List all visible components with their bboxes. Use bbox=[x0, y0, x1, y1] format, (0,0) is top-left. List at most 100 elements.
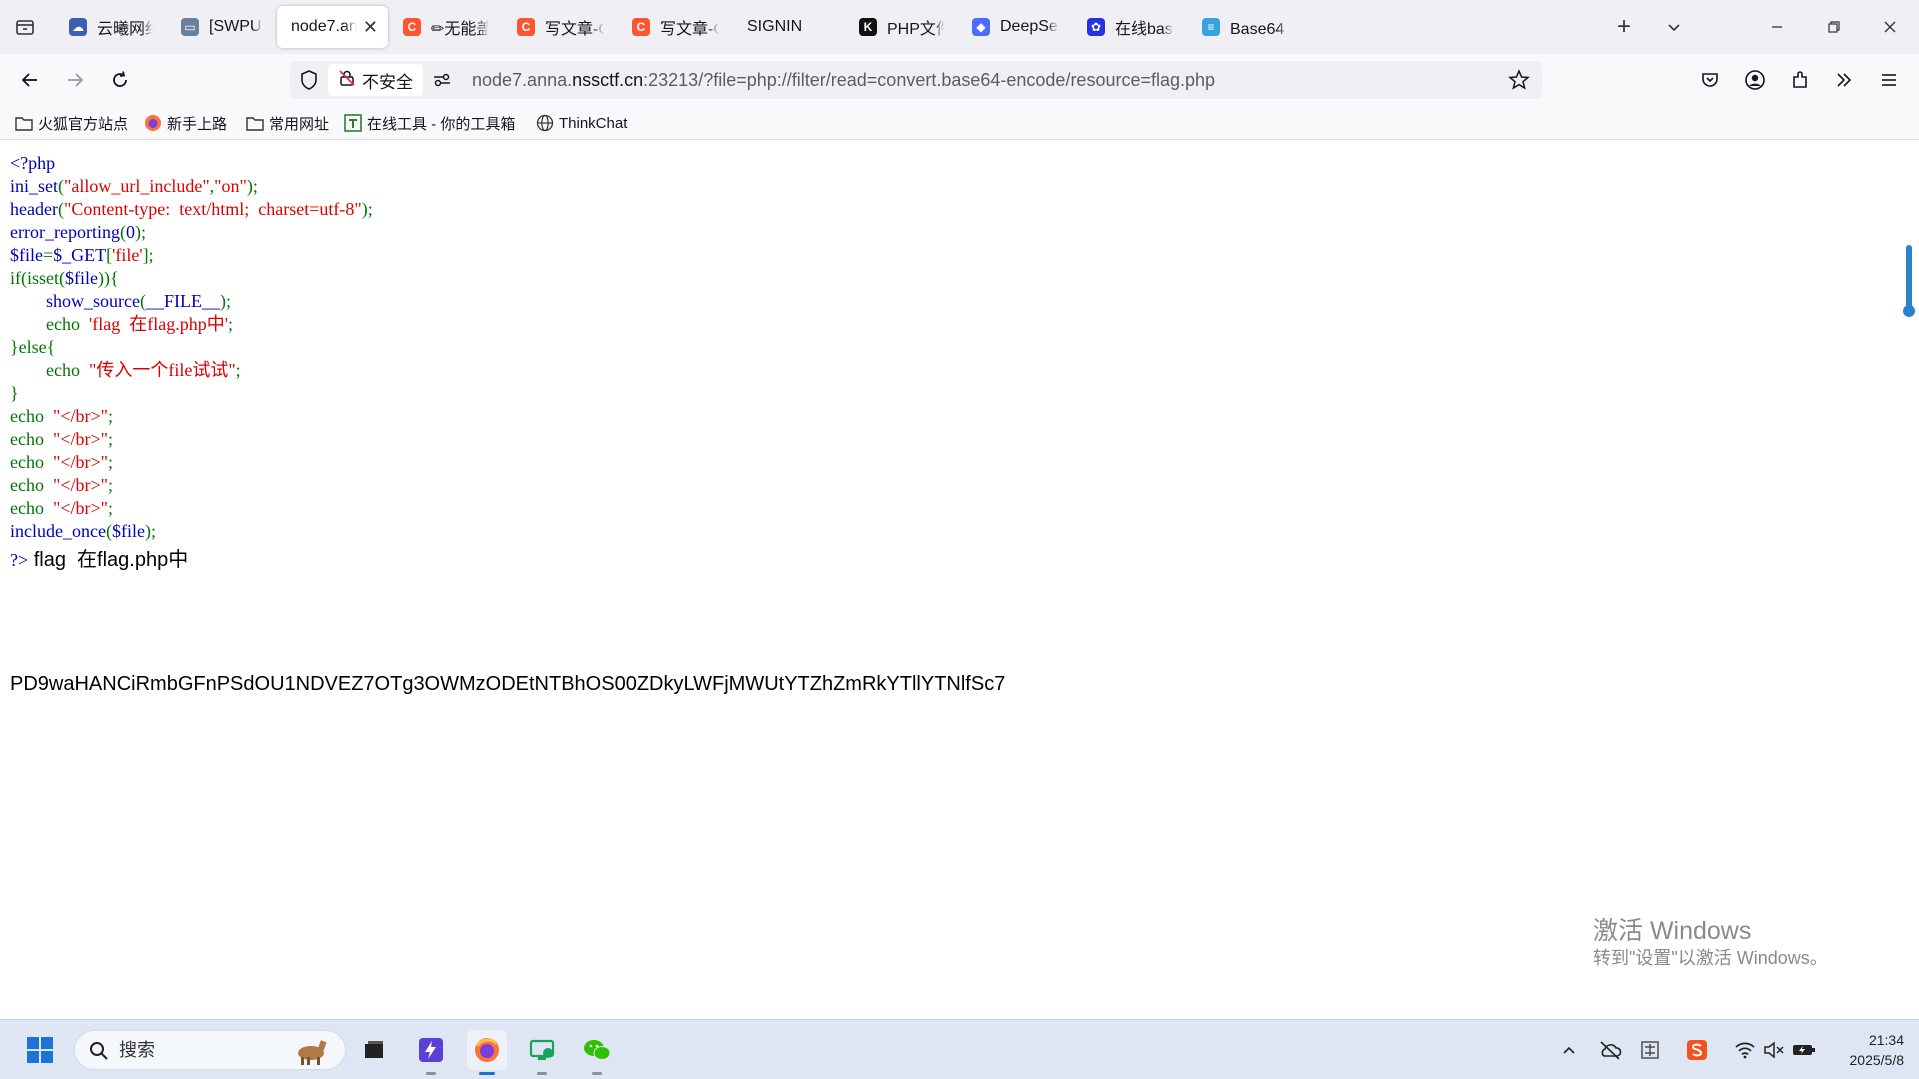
running-indicator bbox=[426, 1072, 436, 1075]
tab-csdn-write-1[interactable]: C 写文章-CSDN bbox=[503, 6, 614, 48]
bookmark-online-tools[interactable]: 在线工具 - 你的工具箱 bbox=[344, 112, 515, 134]
bookmark-label: ThinkChat bbox=[559, 114, 628, 132]
volume-muted-icon[interactable] bbox=[1760, 1036, 1788, 1064]
bookmark-star-icon[interactable] bbox=[1508, 69, 1530, 96]
search-placeholder: 搜索 bbox=[119, 1040, 155, 1060]
pocket-icon[interactable] bbox=[1692, 62, 1728, 98]
folder-icon bbox=[15, 117, 33, 131]
close-tab-icon[interactable]: ✕ bbox=[363, 17, 378, 38]
tab-overview-icon[interactable] bbox=[8, 10, 42, 44]
url-prefix: node7.anna. bbox=[472, 70, 573, 90]
tab-title: PHP文件包含 bbox=[887, 21, 945, 38]
tab-signin[interactable]: SIGNIN bbox=[733, 6, 841, 48]
permissions-icon[interactable] bbox=[432, 70, 452, 95]
watermark-subtitle: 转到"设置"以激活 Windows。 bbox=[1593, 948, 1828, 968]
bookmark-thinkchat[interactable]: ThinkChat bbox=[536, 112, 627, 134]
account-icon[interactable] bbox=[1737, 62, 1773, 98]
extensions-icon[interactable] bbox=[1782, 62, 1818, 98]
echo-output-line: ?> flag 在flag.php中 bbox=[10, 543, 188, 572]
code-token: "传入一个file试试" bbox=[88, 360, 236, 380]
minimize-icon[interactable] bbox=[1760, 10, 1794, 44]
code-token: $file bbox=[65, 268, 99, 288]
tab-swpuctf[interactable]: ▭ [SWPUCTF 2 bbox=[167, 6, 273, 48]
url-text[interactable]: node7.anna.nssctf.cn:23213/?file=php://f… bbox=[472, 61, 1215, 99]
windows-start-icon[interactable] bbox=[20, 1030, 60, 1070]
reload-icon[interactable] bbox=[102, 62, 138, 98]
taskbar-search[interactable]: 搜索 bbox=[74, 1030, 346, 1070]
tab-csdn-write-2[interactable]: C 写文章-CSDN bbox=[618, 6, 729, 48]
forward-icon[interactable] bbox=[57, 62, 93, 98]
code-token: "</br>" bbox=[52, 406, 108, 426]
back-icon[interactable] bbox=[12, 62, 48, 98]
page-content: <?php ini_set("allow_url_include","on");… bbox=[0, 140, 1900, 1020]
tab-title: 云曦网络空间 bbox=[97, 21, 153, 38]
bookmark-firefox-official[interactable]: 火狐官方站点 bbox=[15, 112, 128, 134]
code-token: echo bbox=[46, 360, 80, 380]
restore-icon[interactable] bbox=[1817, 10, 1851, 44]
tab-deepseek[interactable]: ◆ DeepSeek - bbox=[958, 6, 1069, 48]
globe-icon bbox=[536, 114, 554, 132]
scrollbar-indicator[interactable] bbox=[1903, 245, 1915, 317]
tab-title: Base64 在线 bbox=[1230, 21, 1289, 38]
base64-output: PD9waHANCiRmbGFnPSdOU1NDVEZ7OTg3OWMzODEt… bbox=[10, 673, 1006, 695]
code-token: 'file' bbox=[112, 245, 143, 265]
new-tab-icon[interactable]: + bbox=[1607, 10, 1641, 44]
firefox-taskbar-icon[interactable] bbox=[467, 1030, 507, 1075]
code-token: echo bbox=[10, 406, 44, 426]
wifi-icon[interactable] bbox=[1731, 1036, 1759, 1064]
url-bar[interactable]: 不安全 node7.anna.nssctf.cn:23213/?file=php… bbox=[290, 61, 1542, 99]
menu-icon[interactable] bbox=[1871, 62, 1907, 98]
close-window-icon[interactable] bbox=[1873, 10, 1907, 44]
tab-list-chevron-icon[interactable] bbox=[1657, 10, 1691, 44]
shield-icon[interactable] bbox=[298, 69, 320, 96]
php-close-tag: ?> bbox=[10, 550, 29, 570]
app-lightning-icon[interactable] bbox=[411, 1030, 451, 1075]
clock-time: 21:34 bbox=[1868, 1032, 1904, 1048]
battery-charging-icon[interactable] bbox=[1790, 1036, 1818, 1064]
tray-chevron-up-icon[interactable] bbox=[1555, 1036, 1583, 1064]
php-source-code: <?php ini_set("allow_url_include","on");… bbox=[10, 153, 373, 541]
insecure-label: 不安全 bbox=[362, 72, 413, 92]
bookmark-common-sites[interactable]: 常用网址 bbox=[246, 112, 329, 134]
onedrive-offline-icon[interactable] bbox=[1596, 1036, 1624, 1064]
code-token: }else{ bbox=[10, 337, 56, 357]
code-token: echo bbox=[10, 452, 44, 472]
cloud-icon: ☁ bbox=[69, 18, 87, 36]
tab-node7-active[interactable]: node7.anna.nssctf.cn ✕ bbox=[277, 6, 388, 48]
code-token: "Content-type: text/html; charset=utf-8" bbox=[63, 199, 362, 219]
insecure-lock-icon bbox=[338, 69, 356, 92]
overflow-chevron-icon[interactable] bbox=[1826, 62, 1862, 98]
tab-csdn-wuneng[interactable]: C ✏无能盖世者 bbox=[389, 6, 499, 48]
tab-base64-baidu[interactable]: ✿ 在线base64编 bbox=[1073, 6, 1184, 48]
tab-strip: ☁ 云曦网络空间 ▭ [SWPUCTF 2 node7.anna.nssctf.cn ✕ C… bbox=[0, 0, 1919, 54]
code-token: "</br>" bbox=[52, 498, 108, 518]
code-token: "</br>" bbox=[52, 429, 108, 449]
tab-yunxi[interactable]: ☁ 云曦网络空间 bbox=[55, 6, 163, 48]
remote-desktop-icon[interactable] bbox=[522, 1030, 562, 1075]
sogou-ime-icon[interactable] bbox=[1683, 1036, 1711, 1064]
search-highlight-horse-icon bbox=[298, 1040, 327, 1065]
wechat-icon[interactable] bbox=[577, 1030, 617, 1075]
task-view-icon[interactable] bbox=[354, 1030, 394, 1070]
tab-base64-online[interactable]: ≡ Base64 在线 bbox=[1188, 6, 1299, 48]
code-token: echo bbox=[10, 475, 44, 495]
php-open-tag: <?php bbox=[10, 153, 56, 173]
tab-title: ✏无能盖世者 bbox=[431, 21, 489, 38]
watermark-title: 激活 Windows bbox=[1593, 917, 1752, 945]
code-token: $_GET bbox=[53, 245, 107, 265]
bookmark-label: 常用网址 bbox=[269, 115, 330, 133]
bookmark-getting-started[interactable]: 新手上路 bbox=[144, 112, 227, 134]
connection-insecure-badge[interactable]: 不安全 bbox=[328, 64, 423, 96]
input-method-icon[interactable] bbox=[1636, 1036, 1664, 1064]
firefox-icon bbox=[145, 115, 161, 131]
navigation-toolbar: 不安全 node7.anna.nssctf.cn:23213/?file=php… bbox=[0, 54, 1919, 106]
running-indicator bbox=[479, 1072, 495, 1075]
tab-title: 在线base64编 bbox=[1115, 21, 1174, 38]
search-icon bbox=[90, 1042, 108, 1060]
tab-php-include[interactable]: K PHP文件包含 bbox=[845, 6, 955, 48]
csdn-icon: C bbox=[403, 18, 421, 36]
system-clock[interactable]: 21:34 2025/5/8 bbox=[1820, 1030, 1905, 1070]
baidu-icon: ✿ bbox=[1087, 18, 1105, 36]
code-token: } bbox=[10, 383, 19, 403]
tools-icon bbox=[344, 114, 362, 132]
